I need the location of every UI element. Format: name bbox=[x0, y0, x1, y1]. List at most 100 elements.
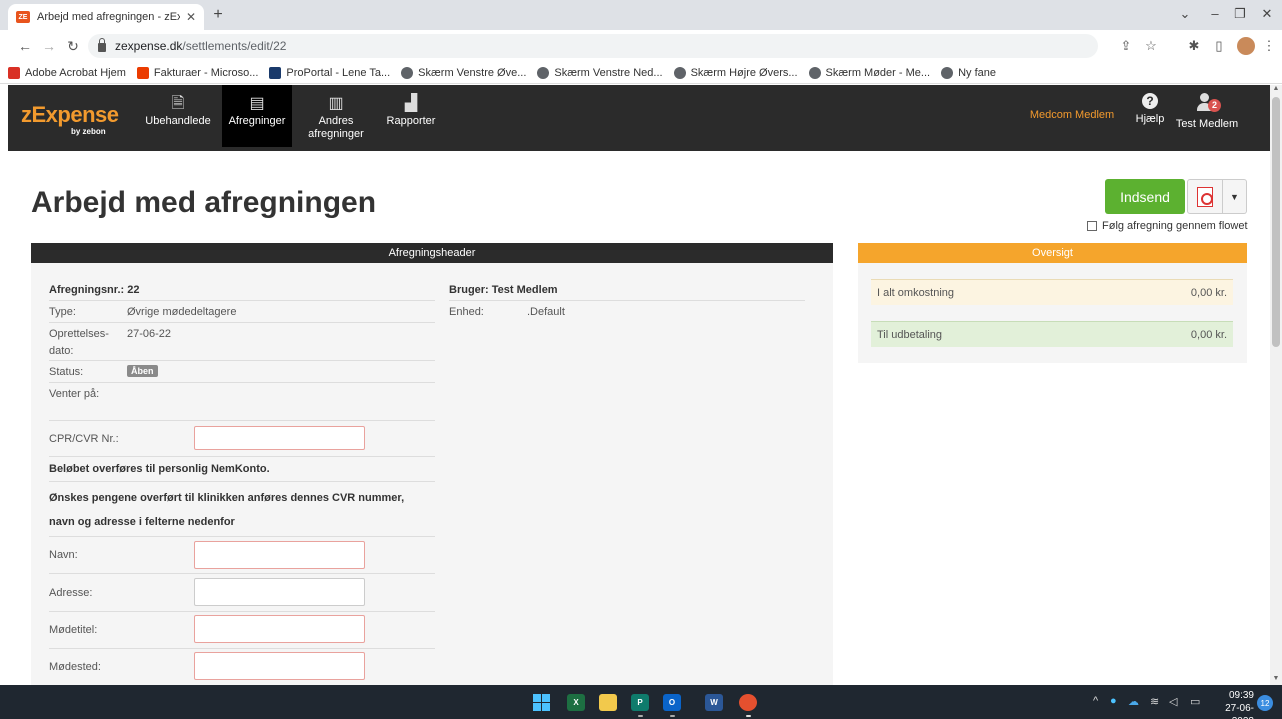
bookmark-item[interactable]: Fakturaer - Microso... bbox=[136, 66, 258, 79]
page-scrollbar[interactable]: ▲ ▼ bbox=[1270, 85, 1282, 685]
scroll-up-icon[interactable]: ▲ bbox=[1270, 85, 1282, 92]
proportal-icon bbox=[269, 66, 282, 79]
bookmark-item[interactable]: Adobe Acrobat Hjem bbox=[8, 66, 126, 79]
chrome-icon[interactable] bbox=[739, 694, 757, 711]
cpr-label: CPR/CVR Nr.: bbox=[49, 433, 119, 445]
tray-overflow-icon[interactable]: ^ bbox=[1093, 695, 1098, 707]
forward-arrow-icon[interactable]: → bbox=[40, 38, 58, 54]
globe-icon bbox=[673, 66, 686, 79]
user-menu[interactable]: 2 Test Medlem bbox=[1174, 85, 1240, 147]
globe-icon bbox=[537, 66, 550, 79]
globe-icon bbox=[941, 66, 954, 79]
type-value: Øvrige mødedeltagere bbox=[127, 306, 237, 318]
bookmark-item[interactable]: Skærm Venstre Ned... bbox=[537, 66, 663, 79]
clock[interactable]: 09:39 27-06-2022 bbox=[1210, 689, 1254, 719]
word-icon[interactable]: W bbox=[705, 694, 723, 711]
cvr-info-line2: navn og adresse i felterne nedenfor bbox=[49, 516, 235, 528]
scroll-down-icon[interactable]: ▼ bbox=[1270, 675, 1282, 682]
onedrive-icon[interactable]: ☁ bbox=[1128, 695, 1139, 708]
excel-icon[interactable]: X bbox=[567, 694, 585, 711]
notification-count-badge[interactable]: 12 bbox=[1257, 695, 1273, 711]
pdf-icon bbox=[1197, 186, 1213, 207]
browser-menu-icon[interactable]: ⋮ bbox=[1260, 38, 1278, 54]
new-tab-button[interactable]: + bbox=[208, 6, 228, 24]
document-icon: ▤ bbox=[249, 95, 265, 112]
name-field[interactable] bbox=[194, 541, 365, 569]
receipt-icon: 🗎 bbox=[171, 95, 185, 112]
minimize-button[interactable]: – bbox=[1205, 6, 1225, 21]
tab-search-chevron-icon[interactable]: ⌄ bbox=[1175, 6, 1195, 22]
browser-tab-bar: ZE Arbejd med afregningen - zExpense ✕ +… bbox=[0, 0, 1282, 30]
cvr-info: Ønskes pengene overført til klinikken an… bbox=[49, 492, 405, 504]
clock-date: 27-06-2022 bbox=[1225, 703, 1254, 719]
tab-title: Arbejd med afregningen - zExpense bbox=[37, 11, 180, 23]
outlook-icon[interactable]: O bbox=[663, 694, 681, 711]
zexpense-logo[interactable]: zExpense by zebon bbox=[21, 102, 119, 136]
submit-button[interactable]: Indsend bbox=[1105, 179, 1185, 214]
windows-start-icon[interactable] bbox=[532, 694, 550, 711]
cpr-input[interactable] bbox=[194, 426, 365, 450]
organization-link[interactable]: Medcom Medlem bbox=[1023, 85, 1121, 147]
nav-unprocessed[interactable]: 🗎 Ubehandlede bbox=[138, 85, 218, 147]
pdf-button[interactable] bbox=[1187, 179, 1223, 214]
restore-button[interactable]: ❐ bbox=[1230, 6, 1250, 22]
follow-flow-option[interactable]: Følg afregning gennem flowet bbox=[1087, 220, 1248, 232]
caret-down-icon: ▼ bbox=[1230, 191, 1239, 202]
bookmark-item[interactable]: ProPortal - Lene Ta... bbox=[269, 66, 390, 79]
meeting-place-field[interactable] bbox=[194, 652, 365, 680]
user-info: Bruger: Test Medlem bbox=[449, 284, 558, 296]
status-badge: Åben bbox=[127, 365, 158, 377]
settlement-header-panel: Afregningsheader Afregningsnr.: 22 Type:… bbox=[31, 243, 833, 685]
browser-tab[interactable]: ZE Arbejd med afregningen - zExpense ✕ bbox=[8, 4, 204, 30]
bar-chart-icon: ▟ bbox=[404, 95, 418, 112]
bookmark-item[interactable]: Skærm Højre Øvers... bbox=[673, 66, 798, 79]
file-explorer-icon[interactable] bbox=[599, 694, 617, 711]
close-tab-icon[interactable]: ✕ bbox=[186, 10, 196, 24]
notification-badge: 2 bbox=[1208, 99, 1221, 112]
side-panel-icon[interactable]: ▯ bbox=[1210, 38, 1228, 54]
planner-icon[interactable]: P bbox=[631, 694, 649, 711]
divider bbox=[49, 360, 435, 361]
created-label: Oprettelses- bbox=[49, 328, 109, 340]
close-window-button[interactable]: ✕ bbox=[1257, 6, 1277, 22]
nav-reports[interactable]: ▟ Rapporter bbox=[380, 85, 442, 147]
divider bbox=[49, 536, 435, 537]
meeting-title-field[interactable] bbox=[194, 615, 365, 643]
clock-time: 09:39 bbox=[1228, 690, 1254, 701]
bookmark-item[interactable]: Skærm Møder - Me... bbox=[808, 66, 930, 79]
acrobat-icon bbox=[8, 66, 20, 79]
edge-tray-icon[interactable]: ● bbox=[1110, 695, 1117, 707]
running-indicator bbox=[670, 715, 675, 717]
windows-taskbar: X P O W ^ ● ☁ ≋ ◁ ▭ 09:39 27-06-2022 12 bbox=[0, 685, 1282, 719]
nav-others-settlements[interactable]: ▥ Andres afregninger bbox=[300, 85, 372, 147]
total-cost-row: I alt omkostning 0,00 kr. bbox=[871, 279, 1233, 305]
bookmark-star-icon[interactable]: ☆ bbox=[1142, 38, 1160, 54]
follow-flow-checkbox[interactable] bbox=[1087, 221, 1097, 231]
profile-avatar[interactable] bbox=[1237, 37, 1255, 55]
payout-row: Til udbetaling 0,00 kr. bbox=[871, 321, 1233, 347]
back-arrow-icon[interactable]: ← bbox=[16, 38, 34, 54]
pdf-dropdown-button[interactable]: ▼ bbox=[1223, 179, 1247, 214]
help-button[interactable]: ? Hjælp bbox=[1130, 85, 1170, 147]
url-bar[interactable]: zexpense.dk/settlements/edit/22 bbox=[88, 34, 1098, 58]
battery-icon[interactable]: ▭ bbox=[1190, 695, 1200, 708]
address-field[interactable] bbox=[194, 578, 365, 606]
extensions-icon[interactable]: ✱ bbox=[1185, 38, 1203, 54]
reload-icon[interactable]: ↻ bbox=[64, 38, 82, 55]
share-icon[interactable]: ⇪ bbox=[1117, 38, 1135, 54]
bookmark-item[interactable]: Skærm Venstre Øve... bbox=[401, 66, 526, 79]
bookmark-item[interactable]: Ny fane bbox=[941, 66, 996, 79]
summary-title: Oversigt bbox=[858, 243, 1247, 263]
office-icon bbox=[136, 66, 149, 79]
page-title: Arbejd med afregningen bbox=[31, 186, 377, 219]
scroll-thumb[interactable] bbox=[1272, 97, 1280, 347]
name-label: Navn: bbox=[49, 549, 78, 561]
globe-icon bbox=[401, 66, 414, 79]
summary-panel: Oversigt I alt omkostning 0,00 kr. Til u… bbox=[858, 243, 1247, 363]
wifi-icon[interactable]: ≋ bbox=[1150, 695, 1159, 708]
volume-icon[interactable]: ◁ bbox=[1169, 695, 1177, 708]
divider bbox=[49, 573, 435, 574]
type-label: Type: bbox=[49, 306, 76, 318]
nav-settlements[interactable]: ▤ Afregninger bbox=[222, 85, 292, 147]
help-icon: ? bbox=[1142, 93, 1158, 109]
